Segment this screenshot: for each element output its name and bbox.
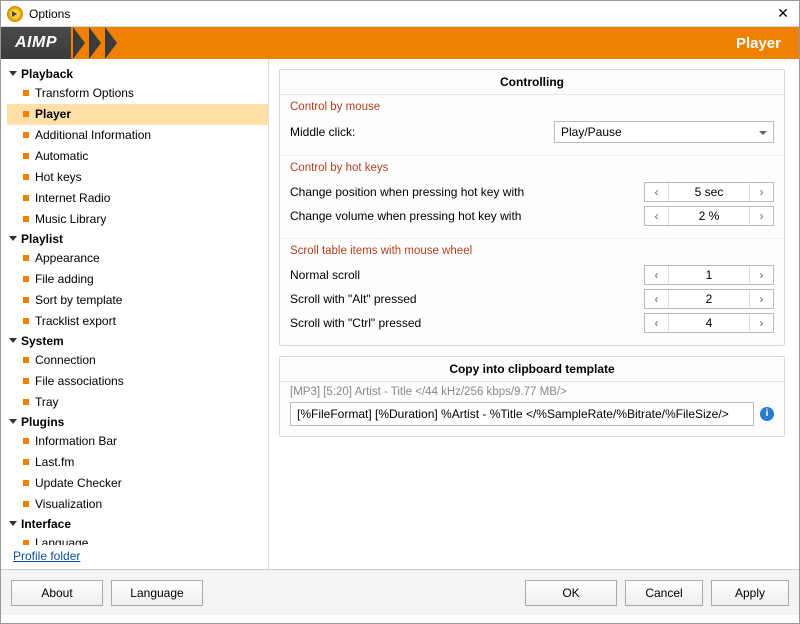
ctrl-scroll-label: Scroll with "Ctrl" pressed <box>290 316 636 330</box>
tree-item[interactable]: Connection <box>7 350 268 371</box>
controlling-panel: Controlling Control by mouse Middle clic… <box>279 69 785 346</box>
chevron-left-icon[interactable]: ‹ <box>645 183 669 201</box>
page-title: Player <box>121 27 799 59</box>
change-volume-label: Change volume when pressing hot key with <box>290 209 636 223</box>
chevron-right-icon[interactable]: › <box>749 207 773 225</box>
title-bar: Options ✕ <box>1 1 799 27</box>
clipboard-preview: [MP3] [5:20] Artist - Title </44 kHz/256… <box>280 382 784 400</box>
tree-section[interactable]: Interface <box>7 515 268 533</box>
tree-item[interactable]: Automatic <box>7 146 268 167</box>
chevron-left-icon[interactable]: ‹ <box>645 207 669 225</box>
cancel-button[interactable]: Cancel <box>625 580 703 606</box>
chevron-decoration <box>71 27 121 59</box>
control-by-mouse-group: Control by mouse Middle click: Play/Paus… <box>280 95 784 155</box>
alt-scroll-label: Scroll with "Alt" pressed <box>290 292 636 306</box>
controlling-title: Controlling <box>280 70 784 95</box>
ctrl-scroll-value: 4 <box>669 314 749 332</box>
tree-item[interactable]: Update Checker <box>7 473 268 494</box>
middle-click-label: Middle click: <box>290 125 546 139</box>
normal-scroll-spinner[interactable]: ‹ 1 › <box>644 265 774 285</box>
chevron-left-icon[interactable]: ‹ <box>645 266 669 284</box>
control-by-hotkeys-title: Control by hot keys <box>290 162 774 174</box>
control-by-mouse-title: Control by mouse <box>290 101 774 113</box>
chevron-right-icon[interactable]: › <box>749 314 773 332</box>
tree-item[interactable]: Internet Radio <box>7 188 268 209</box>
close-icon[interactable]: ✕ <box>773 5 793 22</box>
app-logo: AIMP <box>1 34 71 52</box>
change-volume-spinner[interactable]: ‹ 2 % › <box>644 206 774 226</box>
normal-scroll-label: Normal scroll <box>290 268 636 282</box>
tree-section[interactable]: Plugins <box>7 413 268 431</box>
nav-tree: PlaybackTransform OptionsPlayerAdditiona… <box>7 65 268 545</box>
profile-folder-link[interactable]: Profile folder <box>7 545 268 567</box>
footer: About Language OK Cancel Apply <box>1 569 799 615</box>
change-position-spinner[interactable]: ‹ 5 sec › <box>644 182 774 202</box>
change-position-label: Change position when pressing hot key wi… <box>290 185 636 199</box>
tree-item[interactable]: Additional Information <box>7 125 268 146</box>
apply-button[interactable]: Apply <box>711 580 789 606</box>
tree-item[interactable]: Hot keys <box>7 167 268 188</box>
tree-item[interactable]: Last.fm <box>7 452 268 473</box>
tree-item[interactable]: Tracklist export <box>7 311 268 332</box>
middle-click-value: Play/Pause <box>561 125 622 139</box>
clipboard-template-input[interactable]: [%FileFormat] [%Duration] %Artist - %Tit… <box>290 402 754 426</box>
ctrl-scroll-spinner[interactable]: ‹ 4 › <box>644 313 774 333</box>
control-by-hotkeys-group: Control by hot keys Change position when… <box>280 155 784 238</box>
tree-item[interactable]: Music Library <box>7 209 268 230</box>
normal-scroll-value: 1 <box>669 266 749 284</box>
app-icon <box>7 6 23 22</box>
tree-section[interactable]: Playlist <box>7 230 268 248</box>
change-volume-value: 2 % <box>669 207 749 225</box>
scroll-group: Scroll table items with mouse wheel Norm… <box>280 238 784 345</box>
chevron-left-icon[interactable]: ‹ <box>645 290 669 308</box>
tree-item[interactable]: File associations <box>7 371 268 392</box>
tree-item[interactable]: File adding <box>7 269 268 290</box>
window-title: Options <box>29 7 773 21</box>
tree-item[interactable]: Appearance <box>7 248 268 269</box>
chevron-left-icon[interactable]: ‹ <box>645 314 669 332</box>
about-button[interactable]: About <box>11 580 103 606</box>
clipboard-title: Copy into clipboard template <box>280 357 784 382</box>
info-icon[interactable]: i <box>760 407 774 421</box>
chevron-right-icon[interactable]: › <box>749 290 773 308</box>
middle-click-select[interactable]: Play/Pause <box>554 121 774 143</box>
tree-item[interactable]: Information Bar <box>7 431 268 452</box>
tree-item[interactable]: Transform Options <box>7 83 268 104</box>
chevron-right-icon[interactable]: › <box>749 183 773 201</box>
alt-scroll-spinner[interactable]: ‹ 2 › <box>644 289 774 309</box>
tree-section[interactable]: Playback <box>7 65 268 83</box>
ok-button[interactable]: OK <box>525 580 617 606</box>
language-button[interactable]: Language <box>111 580 203 606</box>
scroll-title: Scroll table items with mouse wheel <box>290 245 774 257</box>
tree-section[interactable]: System <box>7 332 268 350</box>
tree-item[interactable]: Sort by template <box>7 290 268 311</box>
tree-item[interactable]: Player <box>7 104 268 125</box>
tree-item[interactable]: Language <box>7 533 268 545</box>
change-position-value: 5 sec <box>669 183 749 201</box>
clipboard-panel: Copy into clipboard template [MP3] [5:20… <box>279 356 785 437</box>
tree-item[interactable]: Tray <box>7 392 268 413</box>
chevron-right-icon[interactable]: › <box>749 266 773 284</box>
sidebar: PlaybackTransform OptionsPlayerAdditiona… <box>1 59 269 569</box>
alt-scroll-value: 2 <box>669 290 749 308</box>
header-bar: AIMP Player <box>1 27 799 59</box>
tree-item[interactable]: Visualization <box>7 494 268 515</box>
content-area: Controlling Control by mouse Middle clic… <box>269 59 799 569</box>
